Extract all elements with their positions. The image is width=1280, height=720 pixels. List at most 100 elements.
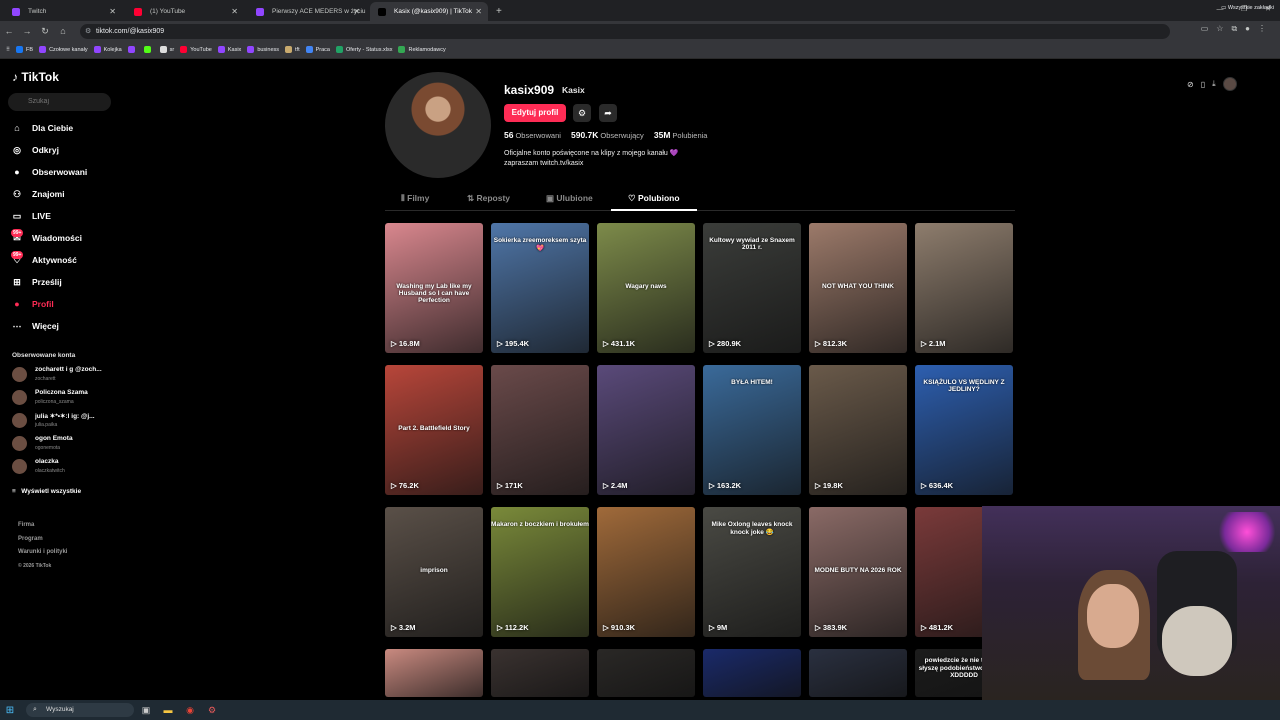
star-icon[interactable]: ☆ xyxy=(1216,24,1223,34)
bookmark-item[interactable]: Kasix xyxy=(217,46,241,53)
bookmark-item[interactable]: Kolejka xyxy=(93,46,122,53)
video-thumbnail[interactable]: NOT WHAT YOU THINK ▷ 812.3K xyxy=(809,223,907,353)
sidebar-item-more[interactable]: ⋯ Więcej xyxy=(0,315,122,337)
sidebar-item-activity[interactable]: ♡ 99+ Aktywność xyxy=(0,249,122,271)
footer-link[interactable]: Warunki i polityki xyxy=(18,546,67,560)
video-thumbnail[interactable] xyxy=(809,649,907,697)
video-thumbnail[interactable]: Part 2. Battlefield Story ▷ 76.2K xyxy=(385,365,483,495)
following-stat[interactable]: 56 Obserwowani xyxy=(504,130,561,140)
video-thumbnail[interactable]: ▷ 2.1M xyxy=(915,223,1013,353)
tiktok-logo[interactable]: ♪ TikTok xyxy=(12,70,59,84)
video-thumbnail[interactable]: ▷ 19.8K xyxy=(809,365,907,495)
video-thumbnail[interactable] xyxy=(491,649,589,697)
sidebar-item-profile[interactable]: ● Profil xyxy=(0,293,122,315)
video-thumbnail[interactable]: ▷ 171K xyxy=(491,365,589,495)
video-thumbnail[interactable]: Makaron z boczkiem i brokułem ▷ 112.2K xyxy=(491,507,589,637)
footer-link[interactable]: Firma xyxy=(18,519,67,533)
settings-icon[interactable]: ⚙ xyxy=(573,104,591,122)
followers-stat[interactable]: 590.7K Obserwujący xyxy=(571,130,644,140)
browser-tab[interactable]: (1) YouTube ✕ xyxy=(126,2,244,21)
coins-icon[interactable]: ⊘ xyxy=(1187,80,1194,89)
bookmark-item[interactable] xyxy=(127,46,138,53)
all-bookmarks-button[interactable]: ▭ Wszystkie zakładki xyxy=(1221,5,1274,11)
address-bar[interactable]: ⚙ tiktok.com/@kasix909 xyxy=(80,24,1170,39)
tab-grid[interactable]: ⦀ Filmy xyxy=(401,193,429,204)
bookmark-item[interactable]: tft xyxy=(285,46,300,53)
bookmark-item[interactable] xyxy=(143,46,154,53)
video-thumbnail[interactable]: ▷ 2.4M xyxy=(597,365,695,495)
share-icon[interactable]: ➦ xyxy=(599,104,617,122)
bookmark-item[interactable]: FB xyxy=(16,46,33,53)
video-thumbnail[interactable] xyxy=(703,649,801,697)
extensions-icon[interactable]: ⧉ xyxy=(1231,24,1237,34)
task-view-icon[interactable]: ▣ xyxy=(136,705,156,716)
footer-link[interactable]: Program xyxy=(18,533,67,547)
file-explorer-icon[interactable]: ▬ xyxy=(158,705,178,715)
video-thumbnail[interactable]: Kultowy wywiad ze Snaxem 2011 r. ▷ 280.9K xyxy=(703,223,801,353)
video-thumbnail[interactable] xyxy=(385,649,483,697)
new-tab-button[interactable]: + xyxy=(496,2,502,21)
video-thumbnail[interactable]: MODNE BUTY NA 2026 ROK ▷ 383.9K xyxy=(809,507,907,637)
followed-account[interactable]: Policzona Szama policzona_szama xyxy=(0,386,122,409)
sidebar-item-compass[interactable]: ◎ Odkryj xyxy=(0,139,122,161)
sidebar-item-live[interactable]: ▭ LIVE xyxy=(0,205,122,227)
device-icon[interactable]: ▯ xyxy=(1201,80,1205,89)
followed-account[interactable]: zocharett i g @zoch... zocharett xyxy=(0,363,122,386)
bookmark-item[interactable]: YouTube xyxy=(180,46,212,53)
profile-avatar-icon[interactable]: ● xyxy=(1245,24,1250,34)
bookmark-item[interactable]: Oferty - Status.xlsx xyxy=(336,46,392,53)
video-thumbnail[interactable]: KSIĄŻULO VS WĘDLINY Z JEDLINY? ▷ 636.4K xyxy=(915,365,1013,495)
close-tab-icon[interactable]: ✕ xyxy=(353,2,360,21)
browser-tab[interactable]: Kasix (@kasix909) | TikTok ✕ xyxy=(370,2,488,21)
download-icon[interactable]: ⤓ xyxy=(1212,79,1216,89)
app-icon[interactable]: ⚙ xyxy=(202,705,222,716)
video-thumbnail[interactable]: imprison ▷ 3.2M xyxy=(385,507,483,637)
video-thumbnail[interactable]: Mike Oxlong leaves knock knock joke 😂 ▷ 9… xyxy=(703,507,801,637)
tab-bookmark[interactable]: ▣ Ulubione xyxy=(546,193,593,204)
forward-icon[interactable]: → xyxy=(18,26,36,36)
profile-icon: ● xyxy=(14,299,20,309)
browser-tab[interactable]: Twitch ✕ xyxy=(4,2,122,21)
sidebar-item-upload[interactable]: ⊞ Prześlij xyxy=(0,271,122,293)
followed-account[interactable]: ogon Emota ogonemota xyxy=(0,432,122,455)
tab-heart[interactable]: ♡ Polubiono xyxy=(628,193,680,204)
taskbar-search[interactable]: ⌕ Wyszukaj xyxy=(26,703,134,717)
sidebar-item-home[interactable]: ⌂ Dla Ciebie xyxy=(0,117,122,139)
close-tab-icon[interactable]: ✕ xyxy=(231,2,238,21)
chrome-icon[interactable]: ◉ xyxy=(180,705,200,716)
bookmark-item[interactable]: sr xyxy=(159,46,174,53)
bookmark-item[interactable]: business xyxy=(247,46,279,53)
profile-avatar[interactable] xyxy=(385,72,491,178)
bookmark-item[interactable]: Reklamodawcy xyxy=(398,46,446,53)
user-avatar[interactable] xyxy=(1222,77,1237,91)
video-thumbnail[interactable]: Sokierka zreemoreksem szyta 💖 ▷ 195.4K xyxy=(491,223,589,353)
apps-icon[interactable]: ⠿ xyxy=(6,47,10,53)
profile-bio: Oficjalne konto poświęcone na klipy z mo… xyxy=(504,150,679,167)
search-input[interactable] xyxy=(8,93,111,111)
video-thumbnail[interactable]: BYŁA HITEM! ▷ 163.2K xyxy=(703,365,801,495)
video-thumbnail[interactable] xyxy=(597,649,695,697)
close-tab-icon[interactable]: ✕ xyxy=(475,2,482,21)
edit-profile-button[interactable]: Edytuj profil xyxy=(504,104,566,122)
install-icon[interactable]: ▭ xyxy=(1201,24,1209,34)
menu-icon[interactable]: ⋮ xyxy=(1258,24,1266,34)
home-page-icon[interactable]: ⌂ xyxy=(54,26,72,36)
followed-account[interactable]: olaczka olaczkatwitch xyxy=(0,455,122,478)
bookmark-item[interactable]: Praca xyxy=(305,46,330,53)
show-all-button[interactable]: ≡ Wyświetl wszystkie xyxy=(12,488,81,495)
reload-icon[interactable]: ↻ xyxy=(36,26,54,37)
sidebar-item-friends[interactable]: ⚇ Znajomi xyxy=(0,183,122,205)
followed-account[interactable]: julia ✶*•✶ːl ig: @j... julia.paika xyxy=(0,409,122,432)
close-tab-icon[interactable]: ✕ xyxy=(109,2,116,21)
sidebar-item-following[interactable]: ● Obserwowani xyxy=(0,161,122,183)
browser-tab[interactable]: Pierwszy ACE MEDERS w życiu ✕ xyxy=(248,2,366,21)
back-icon[interactable]: ← xyxy=(0,26,18,36)
video-thumbnail[interactable]: ▷ 910.3K xyxy=(597,507,695,637)
tab-repost[interactable]: ⇅ Reposty xyxy=(467,193,510,204)
sidebar-item-messages[interactable]: ✉ 99+ Wiadomości xyxy=(0,227,122,249)
start-icon[interactable]: ⊞ xyxy=(0,705,20,716)
site-info-icon[interactable]: ⚙ xyxy=(85,24,91,39)
video-thumbnail[interactable]: Wagary naws ▷ 431.1K xyxy=(597,223,695,353)
video-thumbnail[interactable]: Washing my Lab like my Husband so I can … xyxy=(385,223,483,353)
bookmark-item[interactable]: Czołowe kanały xyxy=(39,46,88,53)
